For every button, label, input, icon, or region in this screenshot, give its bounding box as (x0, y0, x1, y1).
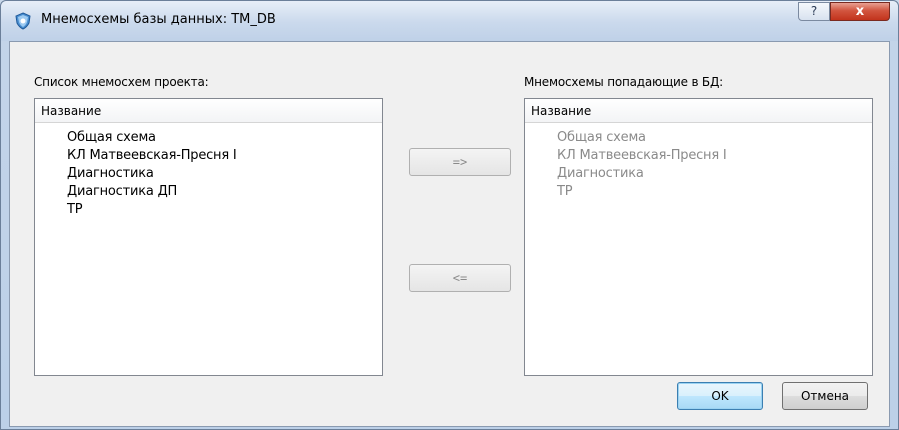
list-item[interactable]: Диагностика ДП (67, 183, 237, 201)
left-list-header[interactable]: Название (35, 99, 382, 123)
list-item[interactable]: Диагностика (557, 165, 727, 183)
cancel-button[interactable]: Отмена (782, 382, 868, 410)
right-column-name-header[interactable]: Название (531, 104, 591, 118)
add-to-db-button[interactable]: => (409, 148, 511, 176)
list-item[interactable]: Общая схема (67, 129, 237, 147)
left-list-items: Общая схема КЛ Матвеевская-Пресня I Диаг… (67, 129, 237, 219)
window-title: Мнемосхемы базы данных: TM_DB (41, 12, 276, 27)
list-item[interactable]: Диагностика (67, 165, 237, 183)
list-item[interactable]: КЛ Матвеевская-Пресня I (67, 147, 237, 165)
project-schemes-list[interactable]: Название Общая схема КЛ Матвеевская-Прес… (34, 98, 383, 376)
list-item[interactable]: ТР (557, 183, 727, 201)
title-bar[interactable]: Мнемосхемы базы данных: TM_DB ? x (1, 1, 898, 41)
list-item[interactable]: Общая схема (557, 129, 727, 147)
ok-button[interactable]: OK (677, 382, 763, 410)
list-item[interactable]: ТР (67, 201, 237, 219)
app-shield-icon (15, 12, 31, 30)
right-list-items: Общая схема КЛ Матвеевская-Пресня I Диаг… (557, 129, 727, 201)
dialog-client-area: Список мнемосхем проекта: Название Общая… (9, 41, 890, 427)
remove-from-db-button[interactable]: <= (409, 264, 511, 292)
dialog-window: Мнемосхемы базы данных: TM_DB ? x Список… (0, 0, 899, 430)
left-column-name-header[interactable]: Название (41, 104, 101, 118)
right-list-label: Мнемосхемы попадающие в БД: (524, 75, 723, 89)
close-button[interactable]: x (830, 2, 890, 21)
list-item[interactable]: КЛ Матвеевская-Пресня I (557, 147, 727, 165)
help-button[interactable]: ? (798, 2, 830, 21)
right-list-header[interactable]: Название (525, 99, 872, 123)
left-list-label: Список мнемосхем проекта: (34, 75, 209, 89)
db-schemes-list[interactable]: Название Общая схема КЛ Матвеевская-Прес… (524, 98, 873, 376)
